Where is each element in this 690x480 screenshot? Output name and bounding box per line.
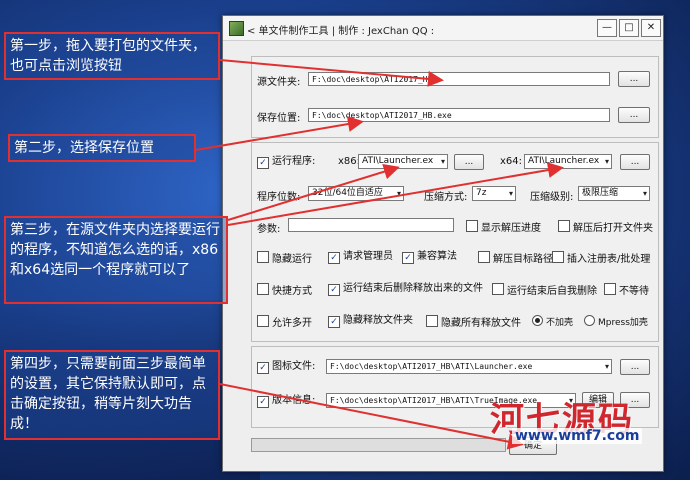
note-step1: 第一步，拖入要打包的文件夹，也可点击浏览按钮 (4, 32, 220, 80)
note-step3: 第三步，在源文件夹内选择要运行的程序，不知道怎么选的话，x86和x64选同一个程… (4, 216, 228, 304)
arrow-step2 (195, 116, 364, 151)
note-step2: 第二步，选择保存位置 (8, 134, 196, 162)
note-step4: 第四步，只需要前面三步最简单的设置，其它保持默认即可，点击确定按钮，稍等片刻大功… (4, 350, 220, 440)
arrow-step4 (219, 383, 524, 450)
watermark-url: www.wmf7.com (512, 428, 643, 444)
watermark-logo: 河七源码 www.wmf7.com (490, 392, 690, 452)
arrow-step1 (219, 59, 444, 87)
arrow-step3a (227, 163, 400, 221)
arrow-step3b (227, 162, 564, 226)
